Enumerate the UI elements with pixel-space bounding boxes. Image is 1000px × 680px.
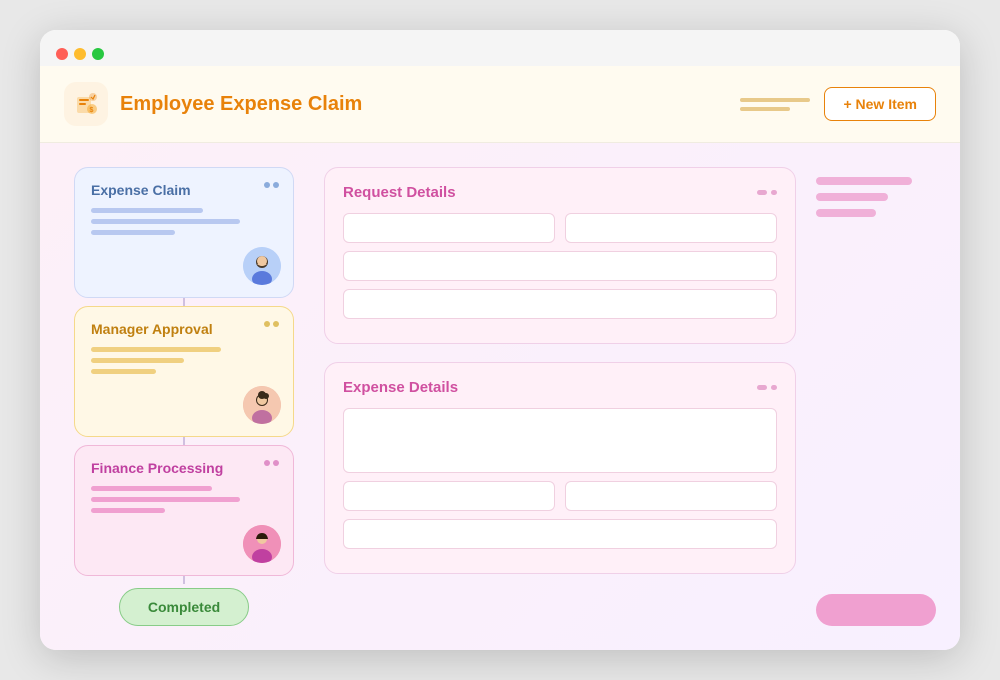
completed-badge: Completed	[119, 588, 249, 626]
avatar-svg	[243, 386, 281, 424]
manager-approval-avatar	[243, 386, 281, 424]
card-line	[91, 347, 221, 352]
right-items	[816, 177, 936, 376]
card-line	[91, 486, 212, 491]
card-line	[91, 208, 203, 213]
manager-approval-title: Manager Approval	[91, 321, 277, 337]
request-details-dots	[757, 190, 777, 195]
header: $ Employee Expense Claim + New Item	[40, 66, 960, 143]
expense-field-1[interactable]	[343, 481, 555, 511]
manager-approval-card[interactable]: Manager Approval	[74, 306, 294, 437]
expense-field-3[interactable]	[343, 519, 777, 549]
expense-details-dots	[757, 385, 777, 390]
request-field-4[interactable]	[343, 289, 777, 319]
request-field-2[interactable]	[565, 213, 777, 243]
new-item-button[interactable]: + New Item	[824, 87, 936, 121]
expense-textarea[interactable]	[343, 408, 777, 473]
expense-claim-card[interactable]: Expense Claim	[74, 167, 294, 298]
card-line	[91, 369, 156, 374]
right-spacer	[816, 386, 936, 585]
header-line-2	[740, 107, 790, 111]
right-item-1	[816, 177, 912, 185]
card-line	[91, 219, 240, 224]
manager-approval-dots	[264, 321, 279, 327]
connector-1	[183, 298, 185, 306]
request-field-3[interactable]	[343, 251, 777, 281]
header-decoration	[740, 98, 810, 111]
expense-details-title: Expense Details	[343, 379, 777, 396]
finance-processing-lines	[91, 486, 277, 513]
manager-approval-lines	[91, 347, 277, 374]
card-line	[91, 497, 240, 502]
request-details-title: Request Details	[343, 184, 777, 201]
expense-form-row-1	[343, 481, 777, 511]
header-right: + New Item	[740, 87, 936, 121]
maximize-dot[interactable]	[92, 48, 104, 60]
detail-dot	[757, 190, 767, 195]
details-column: Request Details Expense Details	[324, 167, 796, 626]
svg-text:$: $	[90, 107, 94, 114]
detail-dot	[771, 385, 777, 390]
detail-dot	[771, 190, 777, 195]
expense-claim-dots	[264, 182, 279, 188]
title-bar	[40, 30, 960, 66]
finance-processing-card[interactable]: Finance Processing	[74, 445, 294, 576]
expense-claim-title: Expense Claim	[91, 182, 277, 198]
page-title: Employee Expense Claim	[120, 93, 362, 116]
close-dot[interactable]	[56, 48, 68, 60]
card-dot	[264, 460, 270, 466]
expense-claim-lines	[91, 208, 277, 235]
card-dot	[273, 321, 279, 327]
card-dot	[264, 182, 270, 188]
card-dot	[273, 182, 279, 188]
right-action-button[interactable]	[816, 594, 936, 626]
avatar-svg	[243, 247, 281, 285]
header-line-1	[740, 98, 810, 102]
card-line	[91, 230, 175, 235]
app-icon: $	[64, 82, 108, 126]
right-item-3	[816, 209, 876, 217]
finance-processing-dots	[264, 460, 279, 466]
expense-claim-avatar	[243, 247, 281, 285]
request-details-card: Request Details	[324, 167, 796, 344]
expense-icon: $	[73, 91, 99, 117]
card-dot	[264, 321, 270, 327]
expense-details-card: Expense Details	[324, 362, 796, 574]
finance-processing-avatar	[243, 525, 281, 563]
card-line	[91, 508, 165, 513]
flow-column: Expense Claim	[64, 167, 304, 626]
request-form-row-1	[343, 213, 777, 243]
expense-details-label: Expense Details	[343, 379, 458, 396]
card-line	[91, 358, 184, 363]
expense-field-2[interactable]	[565, 481, 777, 511]
connector-2	[183, 437, 185, 445]
request-field-1[interactable]	[343, 213, 555, 243]
right-panel	[816, 167, 936, 626]
app-window: $ Employee Expense Claim + New Item Expe…	[40, 30, 960, 650]
minimize-dot[interactable]	[74, 48, 86, 60]
request-details-label: Request Details	[343, 184, 456, 201]
right-item-2	[816, 193, 888, 201]
avatar-svg	[243, 525, 281, 563]
detail-dot	[757, 385, 767, 390]
card-dot	[273, 460, 279, 466]
connector-3	[183, 576, 185, 584]
main-content: Expense Claim	[40, 143, 960, 650]
header-left: $ Employee Expense Claim	[64, 82, 362, 126]
finance-processing-title: Finance Processing	[91, 460, 277, 476]
